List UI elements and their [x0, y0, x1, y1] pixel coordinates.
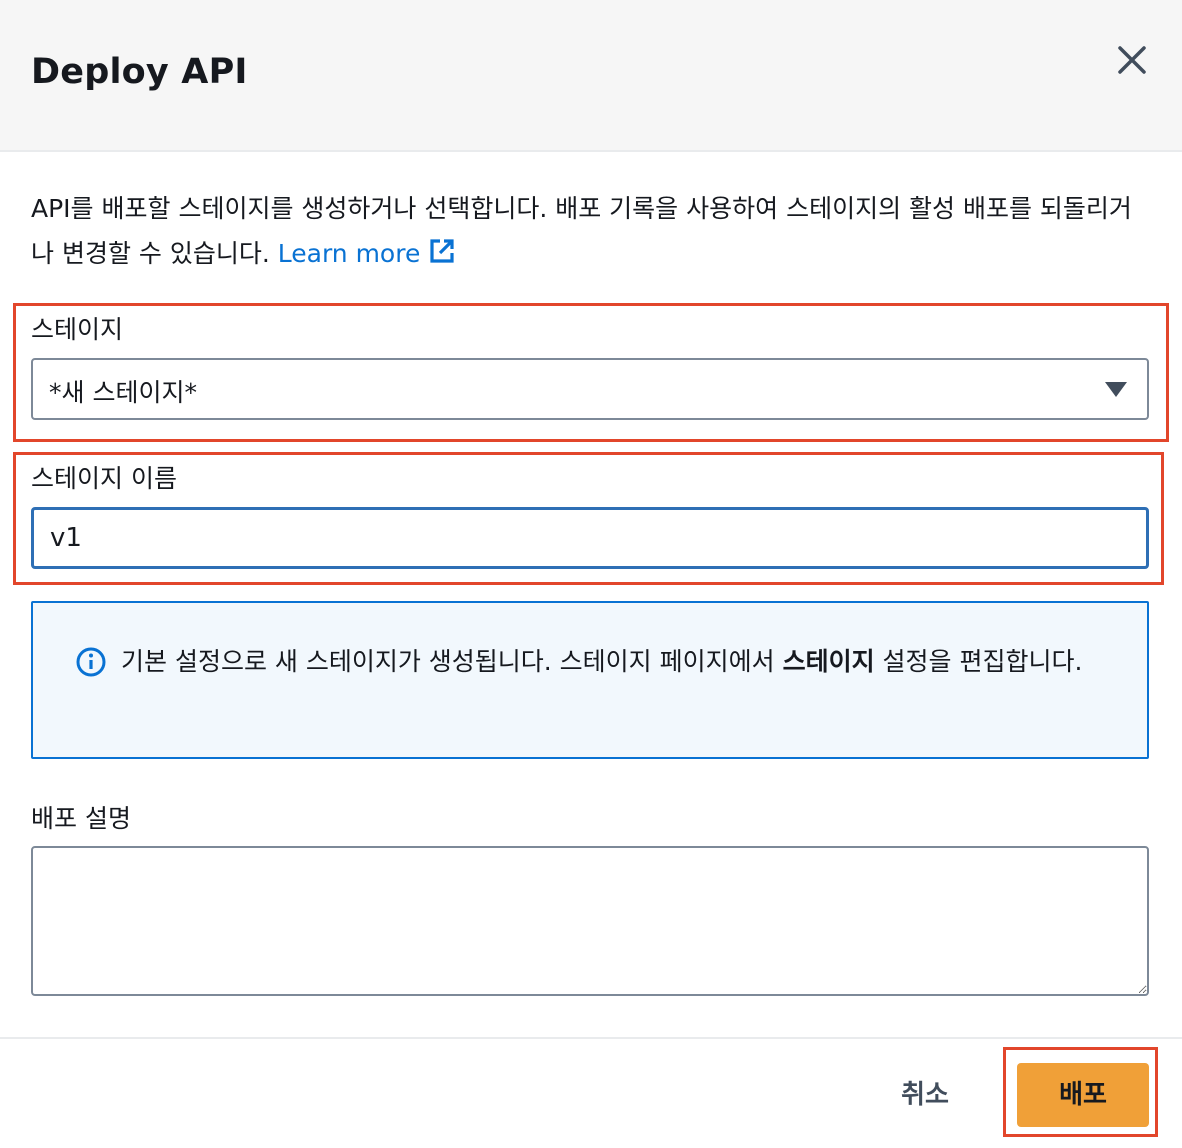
cancel-button[interactable]: 취소: [885, 1068, 965, 1122]
info-text-part-2: 설정을 편집합니다.: [874, 647, 1083, 676]
deployment-description-textarea[interactable]: [31, 846, 1149, 996]
stage-name-input[interactable]: [31, 507, 1149, 569]
deployment-description-label: 배포 설명: [31, 804, 131, 833]
description-text: API를 배포할 스테이지를 생성하거나 선택합니다. 배포 기록을 사용하여 …: [31, 194, 1132, 268]
stage-select-value: *새 스테이지*: [49, 378, 197, 407]
info-text-bold: 스테이지: [782, 647, 875, 676]
info-icon: [76, 647, 106, 677]
close-button[interactable]: [1108, 36, 1156, 84]
external-link-icon: [430, 239, 454, 263]
learn-more-link[interactable]: Learn more: [278, 239, 457, 268]
footer-divider: [0, 1037, 1182, 1039]
info-alert: 기본 설정으로 새 스테이지가 생성됩니다. 스테이지 페이지에서 스테이지 설…: [31, 601, 1149, 759]
stage-label: 스테이지: [31, 315, 124, 344]
stage-select[interactable]: *새 스테이지*: [31, 358, 1149, 420]
close-icon: [1118, 46, 1146, 74]
info-alert-text: 기본 설정으로 새 스테이지가 생성됩니다. 스테이지 페이지에서 스테이지 설…: [121, 639, 1111, 684]
dialog-title: Deploy API: [31, 52, 248, 92]
info-text-part-1: 기본 설정으로 새 스테이지가 생성됩니다. 스테이지 페이지에서: [121, 647, 783, 676]
learn-more-label: Learn more: [277, 239, 421, 268]
dialog-description: API를 배포할 스테이지를 생성하거나 선택합니다. 배포 기록을 사용하여 …: [31, 186, 1141, 276]
caret-down-icon: [1105, 382, 1127, 397]
dialog-header: Deploy API: [0, 0, 1182, 152]
stage-name-label: 스테이지 이름: [31, 464, 177, 493]
deploy-button[interactable]: 배포: [1017, 1063, 1149, 1127]
